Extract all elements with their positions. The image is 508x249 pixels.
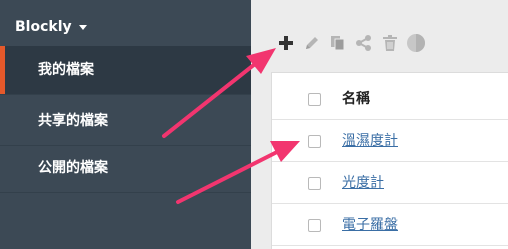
select-all-checkbox[interactable] xyxy=(308,93,321,106)
main-area: 名稱 溫濕度計 光度計 電子羅盤 xyxy=(251,0,508,249)
divider xyxy=(0,192,251,193)
table-row: 電子羅盤 xyxy=(272,204,508,246)
table-row: 光度計 xyxy=(272,162,508,204)
row-checkbox[interactable] xyxy=(308,219,321,232)
pencil-icon[interactable] xyxy=(302,32,322,54)
table-header-row: 名稱 xyxy=(272,78,508,120)
sidebar-item-shared-files[interactable]: 共享的檔案 xyxy=(0,97,251,145)
circle-icon[interactable] xyxy=(406,32,426,54)
divider xyxy=(0,94,251,95)
file-link[interactable]: 電子羅盤 xyxy=(342,204,398,246)
row-checkbox[interactable] xyxy=(308,177,321,190)
brand-label: Blockly xyxy=(15,19,72,35)
sidebar-item-my-files[interactable]: 我的檔案 xyxy=(0,46,251,94)
copy-icon[interactable] xyxy=(328,32,348,54)
file-list: 名稱 溫濕度計 光度計 電子羅盤 xyxy=(271,72,508,249)
file-link[interactable]: 溫濕度計 xyxy=(342,120,398,162)
sidebar-item-label: 共享的檔案 xyxy=(38,113,108,129)
row-checkbox[interactable] xyxy=(308,135,321,148)
trash-icon[interactable] xyxy=(380,32,400,54)
table-row: 溫濕度計 xyxy=(272,120,508,162)
sidebar-item-label: 我的檔案 xyxy=(38,62,94,78)
sidebar-item-label: 公開的檔案 xyxy=(38,160,108,176)
column-header-name: 名稱 xyxy=(342,91,370,107)
sidebar-item-public-files[interactable]: 公開的檔案 xyxy=(0,144,251,192)
share-icon[interactable] xyxy=(354,32,374,54)
file-link[interactable]: 光度計 xyxy=(342,162,384,204)
plus-icon[interactable] xyxy=(276,32,296,54)
brand-menu[interactable]: Blockly xyxy=(15,17,87,37)
sidebar: Blockly 我的檔案 共享的檔案 公開的檔案 xyxy=(0,0,251,249)
toolbar xyxy=(276,32,426,54)
caret-down-icon xyxy=(78,24,87,30)
